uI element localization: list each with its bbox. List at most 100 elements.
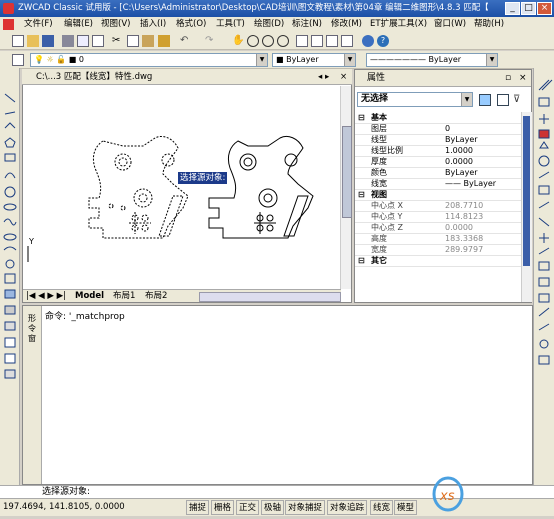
- lineweight-toggle[interactable]: 线宽: [370, 500, 394, 515]
- menu-insert[interactable]: 插入(I): [140, 17, 166, 32]
- property-value: 114.8123: [445, 212, 484, 221]
- collapse-icon[interactable]: ⊟: [358, 255, 365, 266]
- layout-nav-icon[interactable]: |◀ ◀ ▶ ▶|: [26, 290, 66, 302]
- tab-model[interactable]: Model: [75, 290, 104, 302]
- horizontal-scrollbar[interactable]: [199, 292, 341, 302]
- menu-tools[interactable]: 工具(T): [216, 17, 245, 32]
- window-title: ZWCAD Classic 试用版 - [C:\Users\Administra…: [18, 3, 488, 13]
- menu-et-tools[interactable]: ET扩展工具(X): [370, 17, 427, 32]
- match-properties-icon[interactable]: [158, 35, 170, 47]
- draw-tool-icons[interactable]: [0, 68, 20, 488]
- command-side-bar: 形 令 窗: [23, 306, 42, 484]
- paste-icon[interactable]: [142, 35, 154, 47]
- section-other[interactable]: ⊟ 其它: [355, 255, 521, 267]
- menu-edit[interactable]: 编辑(E): [64, 17, 93, 32]
- vertical-scrollbar[interactable]: [340, 86, 352, 289]
- properties-header: 属性 ▫ ×: [355, 70, 531, 87]
- layer-value: 0: [78, 55, 84, 64]
- menu-modify[interactable]: 修改(M): [331, 17, 362, 32]
- document-tab-bar: C:\...3 匹配【线宽】特性.dwg ◂ ▸ ×: [22, 69, 352, 85]
- modify-tool-icons[interactable]: [534, 68, 554, 488]
- title-bar: ZWCAD Classic 试用版 - [C:\Users\Administra…: [0, 0, 554, 17]
- scroll-thumb[interactable]: [342, 126, 352, 218]
- menu-format[interactable]: 格式(O): [176, 17, 206, 32]
- coordinate-readout: 197.4694, 141.8105, 0.0000: [3, 502, 125, 512]
- property-value: 0.0000: [445, 157, 473, 166]
- zoom-window-icon[interactable]: [262, 35, 274, 47]
- quick-select-icon[interactable]: [479, 94, 491, 106]
- command-window[interactable]: 形 令 窗 命令: '_matchprop: [22, 305, 533, 485]
- osnap-toggle[interactable]: 对象捕捉: [285, 500, 326, 515]
- section-basic-label: 基本: [371, 113, 387, 122]
- close-button[interactable]: ×: [537, 2, 552, 15]
- property-value: 208.7710: [445, 201, 484, 210]
- cut-icon[interactable]: ✂: [112, 35, 124, 47]
- menu-view[interactable]: 视图(V): [101, 17, 130, 32]
- axis-y-label: Y: [28, 237, 34, 246]
- snap-toggle[interactable]: 捕捉: [186, 500, 210, 515]
- tool-palette-icon[interactable]: [326, 35, 338, 47]
- color-swatch-icon: ■: [276, 55, 284, 64]
- grid-toggle[interactable]: 栅格: [211, 500, 235, 515]
- open-icon[interactable]: [27, 35, 39, 47]
- properties-scrollbar[interactable]: [521, 112, 532, 302]
- draw-toolbar: [0, 68, 20, 488]
- model-toggle[interactable]: 模型: [394, 500, 418, 515]
- otrack-toggle[interactable]: 对象追踪: [327, 500, 368, 515]
- tab-layout2[interactable]: 布局2: [145, 290, 167, 302]
- print-preview-icon[interactable]: [77, 35, 89, 47]
- menu-file[interactable]: 文件(F): [24, 17, 53, 32]
- tab-layout1[interactable]: 布局1: [113, 290, 135, 302]
- web-icon[interactable]: [362, 35, 374, 47]
- standard-toolbar: ✂ ↶ ↷ ✋ ?: [0, 32, 554, 50]
- menu-window[interactable]: 窗口(W): [434, 17, 466, 32]
- cursor-tooltip: 选择源对象:: [178, 172, 228, 184]
- property-value: ByLayer: [445, 135, 478, 144]
- collapse-icon[interactable]: ⊟: [358, 189, 365, 200]
- menu-dimension[interactable]: 标注(N): [292, 17, 322, 32]
- source-part-dashed[interactable]: [88, 135, 189, 239]
- menu-draw[interactable]: 绘图(D): [254, 17, 284, 32]
- zoom-realtime-icon[interactable]: [247, 35, 259, 47]
- linetype-combo[interactable]: ——————— ByLayer ▼: [366, 53, 498, 67]
- ortho-toggle[interactable]: 正交: [236, 500, 260, 515]
- app-icon: [3, 3, 14, 14]
- tab-scroll-icon[interactable]: ◂ ▸: [318, 69, 329, 85]
- select-objects-icon[interactable]: [497, 94, 509, 106]
- pin-icon[interactable]: ▫: [505, 70, 511, 86]
- color-combo[interactable]: ■ ByLayer ▼: [272, 53, 356, 67]
- svg-text:xs: xs: [439, 489, 455, 504]
- sheet-set-icon[interactable]: [341, 35, 353, 47]
- polar-toggle[interactable]: 极轴: [261, 500, 285, 515]
- lightbulb-icon: 💡: [34, 55, 44, 64]
- toggle-pickadd-icon[interactable]: ⊽: [513, 94, 525, 106]
- layer-manager-icon[interactable]: [12, 54, 24, 66]
- target-part[interactable]: [208, 135, 314, 239]
- selection-combo[interactable]: 无选择 ▼: [357, 92, 473, 107]
- close-document-icon[interactable]: ×: [340, 69, 347, 85]
- close-icon[interactable]: ×: [519, 70, 527, 86]
- minimize-button[interactable]: _: [505, 2, 520, 15]
- undo-icon[interactable]: ↶: [180, 35, 192, 47]
- property-key: 线型比例: [371, 146, 403, 155]
- publish-icon[interactable]: [92, 35, 104, 47]
- layers-toolbar: 💡 ☼ 🔓 ■ 0 ▼ ■ ByLayer ▼ ——————— ByLayer …: [0, 51, 554, 69]
- document-tab[interactable]: C:\...3 匹配【线宽】特性.dwg: [36, 69, 152, 85]
- design-center-icon[interactable]: [311, 35, 323, 47]
- properties-icon[interactable]: [296, 35, 308, 47]
- scroll-thumb[interactable]: [523, 116, 530, 266]
- help-icon[interactable]: ?: [377, 35, 389, 47]
- maximize-button[interactable]: □: [521, 2, 536, 15]
- save-icon[interactable]: [42, 35, 54, 47]
- print-icon[interactable]: [62, 35, 74, 47]
- redo-icon[interactable]: ↷: [205, 35, 217, 47]
- menu-help[interactable]: 帮助(H): [474, 17, 504, 32]
- copy-icon[interactable]: [127, 35, 139, 47]
- properties-title: 属性: [367, 73, 386, 83]
- layer-combo[interactable]: 💡 ☼ 🔓 ■ 0 ▼: [30, 53, 268, 67]
- zoom-previous-icon[interactable]: [277, 35, 289, 47]
- pan-icon[interactable]: ✋: [232, 35, 244, 47]
- property-value: —— ByLayer: [445, 179, 497, 188]
- collapse-icon[interactable]: ⊟: [358, 112, 365, 123]
- new-icon[interactable]: [12, 35, 24, 47]
